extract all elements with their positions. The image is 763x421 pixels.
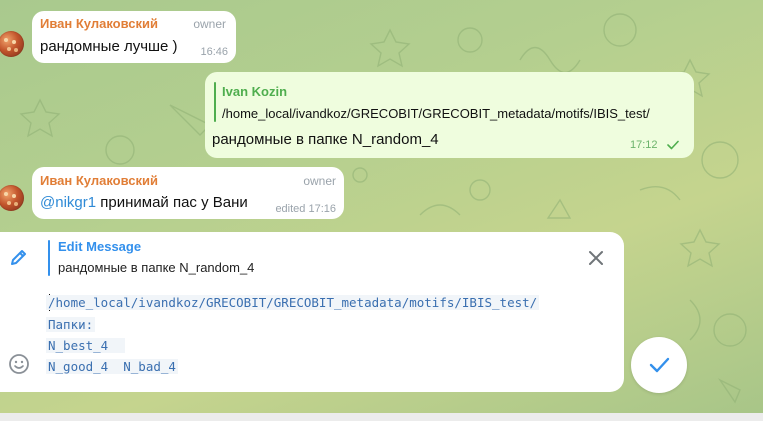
close-edit-button[interactable] bbox=[584, 246, 608, 270]
message-bubble[interactable]: Иван Кулаковский owner рандомные лучше )… bbox=[32, 11, 236, 63]
edit-message-title: Edit Message bbox=[58, 239, 142, 254]
message-text: рандомные лучше ) bbox=[40, 38, 178, 55]
message-sender[interactable]: Иван Кулаковский bbox=[40, 173, 158, 188]
message-bubble-outgoing[interactable]: Ivan Kozin /home_local/ivandkoz/GRECOBIT… bbox=[205, 72, 694, 158]
emoji-icon[interactable] bbox=[8, 353, 30, 375]
message-time: 16:46 bbox=[200, 46, 228, 58]
user-mention-link[interactable]: @nikgr1 bbox=[40, 194, 96, 211]
message-bubble[interactable]: Иван Кулаковский owner @nikgr1 принимай … bbox=[32, 167, 344, 219]
edit-quote-bar bbox=[48, 240, 50, 276]
check-icon[interactable] bbox=[648, 355, 670, 375]
reply-quote-bar bbox=[214, 82, 216, 122]
emoji-button[interactable] bbox=[8, 353, 30, 375]
message-input-line[interactable]: /home_local/ivandkoz/GRECOBIT/GRECOBIT_m… bbox=[46, 295, 540, 310]
edit-original-text[interactable]: рандомные в папке N_random_4 bbox=[58, 260, 254, 275]
reply-sender[interactable]: Ivan Kozin bbox=[222, 84, 287, 99]
message-input-line[interactable]: N_good_4 N_bad_4 bbox=[46, 359, 178, 374]
save-edit-button[interactable] bbox=[631, 337, 687, 393]
pencil-icon bbox=[11, 250, 26, 265]
message-text-body: принимай пас у Вани bbox=[96, 194, 248, 211]
message-text: @nikgr1 принимай пас у Вани bbox=[40, 194, 248, 211]
message-sender[interactable]: Иван Кулаковский bbox=[40, 16, 158, 31]
member-role-badge: owner bbox=[303, 174, 336, 188]
close-icon[interactable] bbox=[584, 246, 608, 270]
message-input-line[interactable]: Папки: bbox=[46, 317, 96, 332]
message-time: edited 17:16 bbox=[275, 203, 336, 215]
message-input-line[interactable]: N_best_4 bbox=[46, 338, 126, 353]
bottom-divider bbox=[0, 413, 763, 421]
message-text: рандомные в папке N_random_4 bbox=[212, 131, 439, 148]
check-icon bbox=[667, 140, 679, 150]
reply-snippet[interactable]: /home_local/ivandkoz/GRECOBIT/GRECOBIT_m… bbox=[222, 106, 677, 121]
message-time: 17:12 bbox=[630, 139, 658, 151]
member-role-badge: owner bbox=[193, 17, 226, 31]
